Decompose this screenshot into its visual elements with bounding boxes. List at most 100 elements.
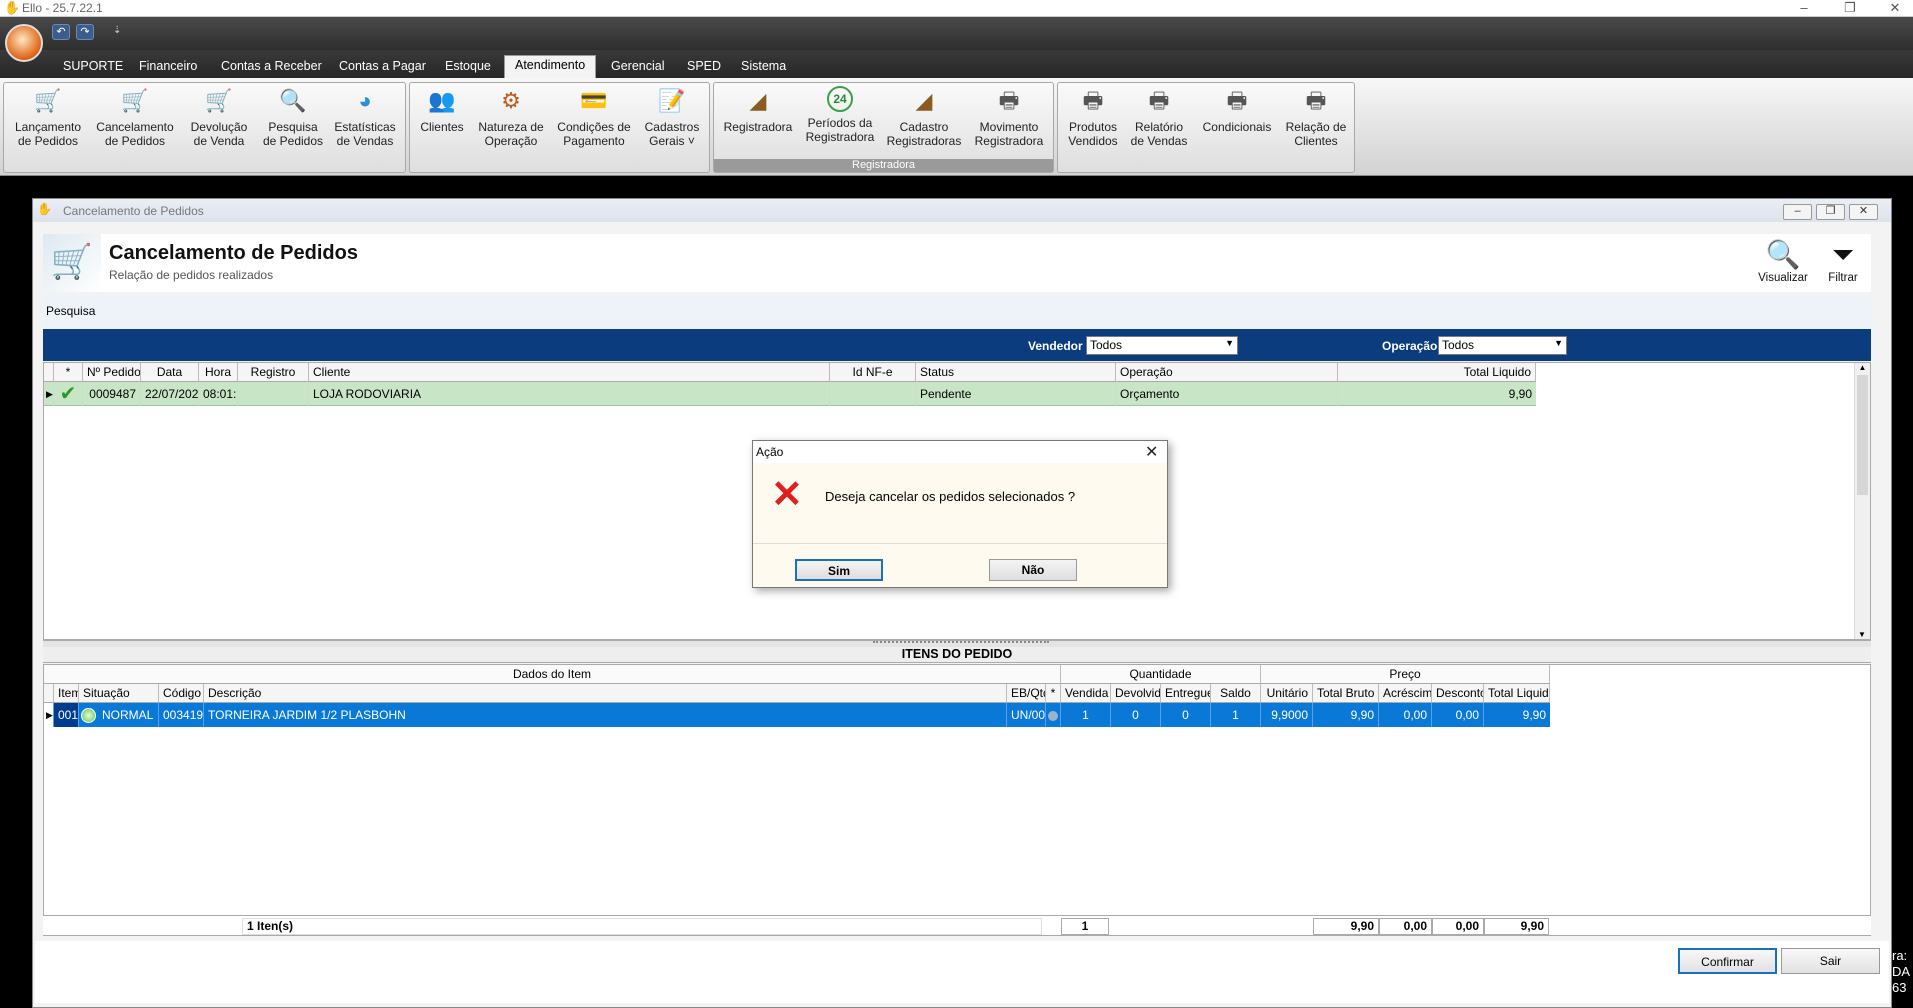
col-vendida[interactable]: Vendida [1061, 684, 1111, 703]
menu-suporte[interactable]: SUPORTE [63, 57, 123, 77]
col-registro[interactable]: Registro [238, 363, 309, 382]
menu-financeiro[interactable]: Financeiro [139, 57, 197, 77]
ribbon-produtos-vendidos[interactable]: 🖶 Produtos Vendidos [1062, 86, 1124, 149]
child-close-button[interactable]: ✕ [1849, 204, 1878, 220]
group-preco: Preço [1261, 665, 1550, 684]
col-total[interactable]: Total Liquido [1338, 363, 1536, 382]
col-saldo[interactable]: Saldo [1211, 684, 1261, 703]
totals-row: 1 Iten(s) 1 9,90 0,00 0,00 9,90 [43, 915, 1871, 935]
footer-panel [35, 941, 1889, 1003]
col-operacao[interactable]: Operação [1116, 363, 1338, 382]
dialog-close-icon[interactable]: ✕ [1145, 442, 1158, 462]
nao-button[interactable]: Não [989, 559, 1077, 581]
chevron-down-icon: ▼ [1225, 338, 1234, 348]
col-situacao[interactable]: Situação [79, 684, 159, 703]
ribbon-relacao-clientes[interactable]: 🖶 Relação de Clientes [1280, 86, 1352, 149]
ribbon-natureza-operacao[interactable]: ⚙ Natureza de Operação [474, 86, 548, 149]
pedido-operacao: Orçamento [1116, 382, 1338, 406]
ribbon-cadastros-gerais[interactable]: 📝 Cadastros Gerais ˅ [638, 86, 706, 149]
ribbon-estatisticas-vendas[interactable]: ◕ Estatísticas de Vendas [328, 86, 402, 149]
ribbon-periodos-registradora[interactable]: 24 Períodos da Registradora [800, 86, 880, 144]
menu-estoque[interactable]: Estoque [445, 57, 491, 77]
menu-sped[interactable]: SPED [687, 57, 721, 77]
ribbon-registradora[interactable]: ◢ Registradora [718, 86, 798, 135]
col-numero[interactable]: Nº Pedido [83, 363, 141, 382]
ribbon-clientes[interactable]: 👥 Clientes [415, 86, 469, 135]
col-star[interactable]: * [54, 363, 83, 382]
item-saldo: 1 [1211, 703, 1261, 727]
total-count: 1 Iten(s) [242, 918, 1042, 935]
cart-cancel-icon: 🛒 [121, 88, 149, 113]
col-acrescimo[interactable]: Acréscimo [1379, 684, 1432, 703]
orders-scrollbar[interactable]: ▲ ▼ [1854, 363, 1870, 639]
sim-button[interactable]: Sim [795, 559, 883, 581]
col-codigo[interactable]: Código [159, 684, 204, 703]
ribbon-lancamento-pedidos[interactable]: 🛒 Lançamento de Pedidos [10, 86, 86, 149]
col-nfe[interactable]: Id NF-e [830, 363, 916, 382]
filtrar-button[interactable]: ⏷ Filtrar [1815, 238, 1871, 284]
vendedor-select[interactable]: Todos ▼ [1086, 336, 1238, 355]
col-status[interactable]: Status [916, 363, 1116, 382]
ribbon-devolucao-venda[interactable]: 🛒 Devolução de Venda [184, 86, 254, 149]
col-descricao[interactable]: Descrição [204, 684, 1007, 703]
menu-sistema[interactable]: Sistema [741, 57, 786, 77]
menu-contas-receber[interactable]: Contas a Receber [221, 57, 322, 77]
item-situacao: NORMAL [102, 708, 154, 722]
vendedor-label: Vendedor [1028, 339, 1083, 353]
restore-button[interactable]: ❐ [1832, 0, 1868, 16]
undo-icon[interactable]: ↶ [52, 24, 70, 40]
scroll-thumb[interactable] [1857, 375, 1868, 495]
child-minimize-button[interactable]: – [1783, 204, 1812, 220]
magnifier-icon: 🔍 [1765, 239, 1801, 270]
menu-contas-pagar[interactable]: Contas a Pagar [339, 57, 426, 77]
minimize-button[interactable]: – [1786, 0, 1822, 16]
sair-button[interactable]: Sair [1781, 948, 1880, 974]
item-total-bruto: 9,90 [1313, 703, 1379, 727]
ribbon-condicionais[interactable]: 🖶 Condicionais [1196, 86, 1278, 135]
scroll-up-icon[interactable]: ▲ [1855, 363, 1870, 375]
group-quantidade: Quantidade [1061, 665, 1261, 684]
ribbon-label: de Venda [193, 134, 245, 148]
printer-icon: 🖶 [1082, 88, 1104, 113]
col-entregue[interactable]: Entregue [1161, 684, 1211, 703]
ribbon-pesquisa-pedidos[interactable]: 🔍 Pesquisa de Pedidos [258, 86, 328, 149]
ribbon-movimento-registradora[interactable]: 🖶 Movimento Registradora [968, 86, 1050, 149]
menu-atendimento[interactable]: Atendimento [504, 55, 597, 78]
search-panel[interactable]: Pesquisa [43, 294, 1871, 329]
pedido-status: Pendente [916, 382, 1116, 406]
col-eb-qtd[interactable]: EB/Qtd [1007, 684, 1046, 703]
ribbon-relatorio-vendas[interactable]: 🖶 Relatório de Vendas [1128, 86, 1190, 149]
ribbon-label: Cadastros [644, 120, 700, 134]
pedido-total: 9,90 [1508, 387, 1532, 401]
visualizar-button[interactable]: 🔍 Visualizar [1755, 238, 1811, 284]
col-cliente[interactable]: Cliente [309, 363, 830, 382]
ribbon-cancelamento-pedidos[interactable]: 🛒 Cancelamento de Pedidos [94, 86, 176, 149]
ribbon-label: Registradoras [886, 134, 962, 148]
col-desconto[interactable]: Desconto [1432, 684, 1484, 703]
col-devolvida[interactable]: Devolvida [1111, 684, 1161, 703]
items-grid[interactable]: Dados do Item Quantidade Preço Item Situ… [43, 664, 1871, 936]
total-bruto: 9,90 [1313, 918, 1379, 935]
col-total-bruto[interactable]: Total Bruto [1313, 684, 1379, 703]
col-hora[interactable]: Hora [199, 363, 238, 382]
confirmar-button[interactable]: Confirmar [1678, 948, 1777, 974]
redo-icon[interactable]: ↷ [76, 24, 94, 40]
col-unitario[interactable]: Unitário [1261, 684, 1313, 703]
table-row[interactable]: ▶ 001 NORMAL 003419 TORNEIRA JARDIM 1/2 … [44, 703, 1550, 727]
menu-gerencial[interactable]: Gerencial [611, 57, 665, 77]
col-total-liquido[interactable]: Total Liquido [1484, 684, 1550, 703]
app-menu-orb-icon[interactable] [5, 24, 43, 62]
child-restore-button[interactable]: ❐ [1816, 204, 1845, 220]
operacao-select[interactable]: Todos ▼ [1438, 336, 1567, 355]
ribbon-cadastro-registradoras[interactable]: ◢ Cadastro Registradoras [882, 86, 966, 149]
close-button[interactable]: ✕ [1877, 0, 1913, 16]
ribbon-label: de Vendas [1130, 134, 1188, 148]
col-data[interactable]: Data [141, 363, 199, 382]
customize-qat-icon[interactable]: ⇣ [113, 25, 121, 36]
scroll-down-icon[interactable]: ▼ [1855, 630, 1869, 639]
table-row[interactable]: ▶ ✔ 0009487 22/07/2025 08:01:24 LOJA ROD… [44, 382, 1536, 406]
ribbon-condicoes-pagamento[interactable]: 💳 Condições de Pagamento [554, 86, 634, 149]
col-star[interactable]: * [1046, 684, 1061, 703]
splitter-handle[interactable] [43, 640, 1871, 647]
col-item[interactable]: Item [54, 684, 79, 703]
